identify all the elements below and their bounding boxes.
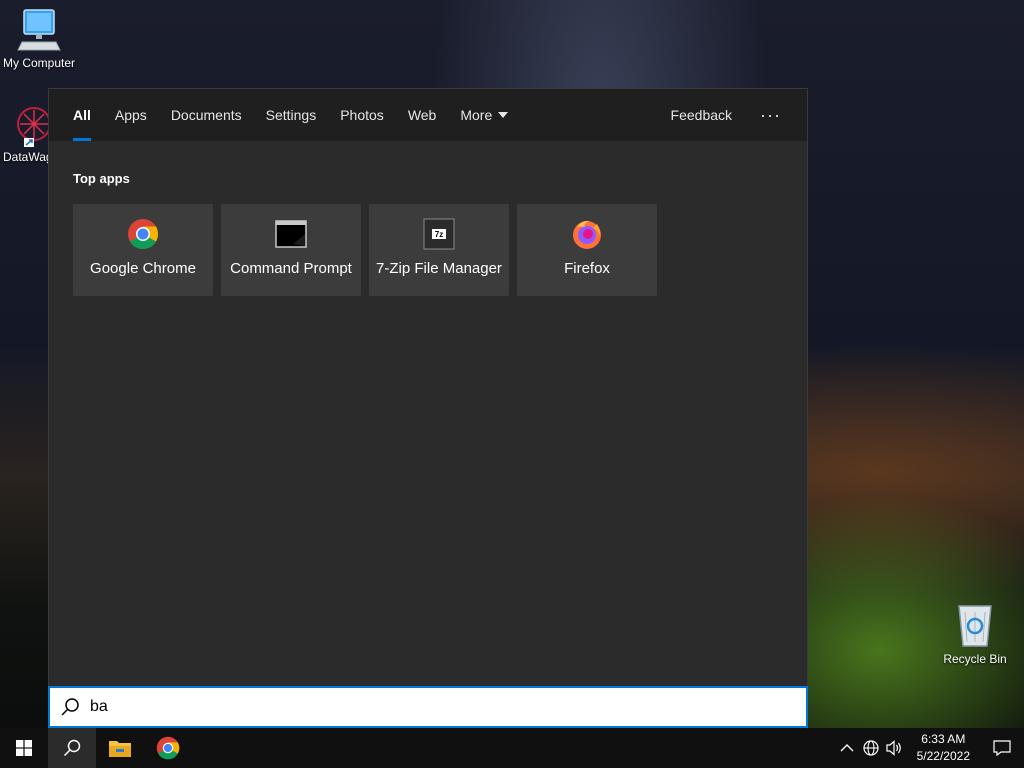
app-tile-google-chrome[interactable]: Google Chrome bbox=[73, 204, 213, 296]
app-tile-7zip[interactable]: 7z 7-Zip File Manager bbox=[369, 204, 509, 296]
app-label: Command Prompt bbox=[230, 260, 352, 277]
tab-label: More bbox=[460, 107, 493, 123]
section-title: Top apps bbox=[73, 171, 130, 186]
feedback-button[interactable]: Feedback bbox=[657, 89, 746, 141]
tab-all[interactable]: All bbox=[61, 89, 103, 141]
clock[interactable]: 6:33 AM 5/22/2022 bbox=[907, 731, 980, 765]
tab-label: Photos bbox=[340, 107, 384, 123]
globe-icon bbox=[863, 740, 879, 756]
more-options-button[interactable]: ··· bbox=[746, 89, 795, 141]
7zip-icon: 7z bbox=[423, 218, 455, 250]
desktop-icon-datawag[interactable]: DataWag bbox=[0, 104, 53, 164]
desktop-icon-recycle-bin[interactable]: Recycle Bin bbox=[936, 602, 1014, 666]
search-icon bbox=[61, 698, 79, 716]
tab-label: Web bbox=[407, 107, 437, 123]
ellipsis-icon: ··· bbox=[760, 104, 781, 125]
desktop-icon-my-computer[interactable]: My Computer bbox=[0, 8, 78, 70]
taskbar-file-explorer[interactable] bbox=[96, 728, 144, 768]
app-label: Firefox bbox=[564, 260, 610, 277]
chevron-up-icon bbox=[840, 744, 854, 752]
datawag-icon bbox=[17, 107, 51, 147]
tab-web[interactable]: Web bbox=[396, 89, 449, 141]
taskbar-chrome[interactable] bbox=[144, 728, 192, 768]
tab-label: Settings bbox=[265, 107, 317, 123]
search-input[interactable] bbox=[90, 698, 690, 716]
tab-label: Documents bbox=[170, 107, 242, 123]
clock-date: 5/22/2022 bbox=[916, 749, 970, 763]
7zip-badge-text: 7z bbox=[435, 230, 443, 239]
system-tray: 6:33 AM 5/22/2022 bbox=[835, 728, 1024, 768]
chevron-down-icon bbox=[498, 112, 509, 118]
app-label: Google Chrome bbox=[90, 260, 196, 277]
desktop-icon-label: My Computer bbox=[2, 56, 76, 70]
chrome-icon bbox=[156, 736, 180, 760]
recycle-bin-icon bbox=[958, 605, 992, 647]
search-box[interactable] bbox=[48, 686, 808, 728]
tab-settings[interactable]: Settings bbox=[254, 89, 329, 141]
tray-chevron-up-icon[interactable] bbox=[835, 728, 859, 768]
search-icon bbox=[63, 739, 81, 757]
tab-more[interactable]: More bbox=[448, 89, 520, 141]
desktop-icon-label: Recycle Bin bbox=[943, 652, 1007, 666]
app-tile-command-prompt[interactable]: Command Prompt bbox=[221, 204, 361, 296]
volume-icon[interactable] bbox=[883, 728, 907, 768]
app-label: 7-Zip File Manager bbox=[376, 260, 502, 277]
action-center-button[interactable] bbox=[980, 728, 1024, 768]
feedback-label: Feedback bbox=[670, 107, 733, 123]
firefox-icon bbox=[573, 220, 601, 249]
tab-photos[interactable]: Photos bbox=[328, 89, 396, 141]
tab-label: All bbox=[73, 107, 91, 123]
tab-apps[interactable]: Apps bbox=[103, 89, 159, 141]
taskbar: 6:33 AM 5/22/2022 bbox=[0, 728, 1024, 768]
speaker-icon bbox=[886, 740, 901, 756]
tab-label: Apps bbox=[114, 107, 147, 123]
chrome-icon bbox=[128, 219, 159, 250]
command-prompt-icon bbox=[275, 220, 307, 248]
taskbar-search-button[interactable] bbox=[48, 728, 96, 768]
tab-documents[interactable]: Documents bbox=[159, 89, 254, 141]
desktop-icon-label: DataWag bbox=[3, 150, 53, 164]
search-tabs: All Apps Documents Settings Photos Web M… bbox=[49, 89, 807, 141]
search-panel: All Apps Documents Settings Photos Web M… bbox=[48, 88, 808, 686]
start-button[interactable] bbox=[0, 728, 48, 768]
notification-icon bbox=[993, 740, 1011, 756]
network-icon[interactable] bbox=[859, 728, 883, 768]
folder-icon bbox=[109, 741, 131, 757]
computer-icon bbox=[17, 9, 61, 51]
clock-time: 6:33 AM bbox=[921, 732, 966, 746]
windows-logo-icon bbox=[16, 740, 32, 756]
top-apps-list: Google Chrome Command Prompt 7z 7-Zip Fi… bbox=[73, 204, 807, 296]
app-tile-firefox[interactable]: Firefox bbox=[517, 204, 657, 296]
